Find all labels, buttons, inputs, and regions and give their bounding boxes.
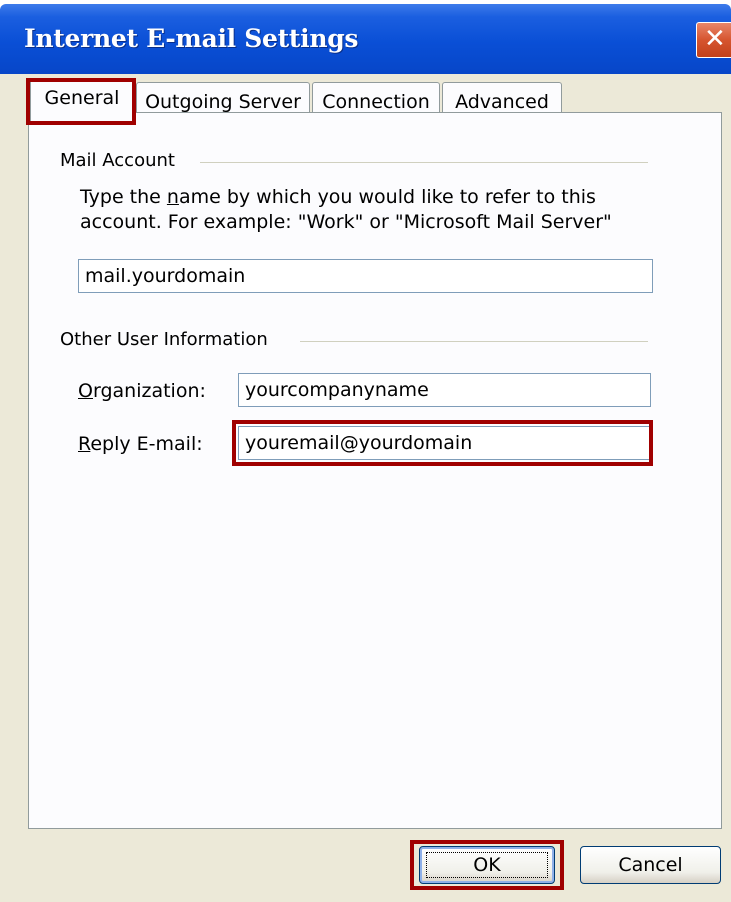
window-title: Internet E-mail Settings — [24, 24, 359, 53]
organization-label: Organization: — [78, 380, 206, 402]
close-button[interactable]: ✕ — [696, 22, 731, 58]
reply-email-input[interactable]: youremail@yourdomain — [238, 426, 651, 460]
tab-label: General — [44, 87, 120, 109]
mail-account-group-label: Mail Account — [60, 150, 183, 171]
reply-email-label: Reply E-mail: — [78, 433, 203, 455]
tab-general[interactable]: General — [30, 78, 134, 121]
mail-account-description: Type the name by which you would like to… — [80, 186, 612, 233]
ok-label: OK — [473, 854, 501, 876]
title-bar[interactable]: Internet E-mail Settings ✕ — [0, 4, 731, 74]
account-name-input[interactable]: mail.yourdomain — [78, 259, 653, 293]
organization-input[interactable]: yourcompanyname — [238, 373, 651, 407]
cancel-button[interactable]: Cancel — [580, 846, 721, 884]
ok-button[interactable]: OK — [419, 846, 555, 884]
group-divider — [300, 341, 648, 342]
close-icon: ✕ — [704, 24, 726, 54]
other-info-group-label: Other User Information — [60, 329, 276, 350]
group-divider — [200, 162, 648, 163]
cancel-label: Cancel — [618, 854, 683, 876]
